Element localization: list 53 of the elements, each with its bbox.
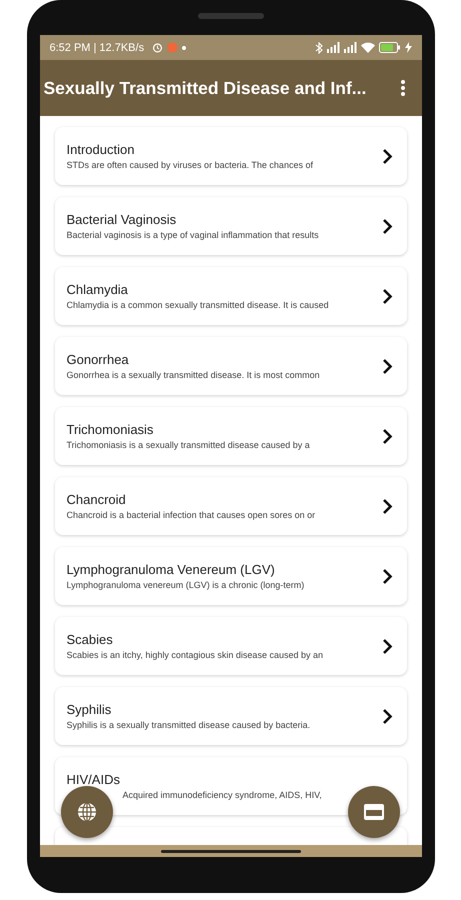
topic-summary: Chancroid is a bacterial infection that causes open sores on or [66, 510, 316, 520]
status-time: 6:52 PM | 12.7KB/s [50, 42, 144, 54]
topic-card[interactable]: Chlamydia Chlamydia is a common sexually transmitted disease. It is caused [54, 267, 406, 325]
chevron-icon [382, 288, 392, 304]
topic-card[interactable]: Bacterial Vaginosis Bacterial vaginosis is a type of vaginal inflammation that results [54, 197, 406, 255]
chevron-icon [382, 708, 392, 724]
more-menu-icon[interactable] [400, 79, 406, 97]
topic-title: Scabies [66, 632, 114, 647]
app-title: Sexually Transmitted Disease and Inf... [44, 78, 366, 98]
topic-card[interactable]: Introduction STDs are often caused by viruses or bacteria. The chances of [54, 127, 406, 185]
signal-icon [344, 42, 356, 53]
globe-icon [76, 801, 98, 823]
topic-summary: Scabies is an itchy, highly contagious skin disease caused by an [66, 650, 324, 660]
topic-title: HIV/AIDs [66, 772, 121, 787]
topic-card[interactable]: Gonorrhea Gonorrhea is a sexually transmitted disease. It is most common [54, 337, 406, 395]
chevron-icon [382, 358, 392, 374]
topic-title: Introduction [66, 142, 136, 157]
topic-card[interactable]: Syphilis Syphilis is a sexually transmitted disease caused by bacteria. [54, 687, 406, 745]
chevron-icon [382, 498, 392, 514]
chevron-icon [382, 148, 392, 164]
alarm-icon [152, 42, 164, 53]
topic-title: Lymphogranuloma Venereum (LGV) [66, 562, 276, 577]
topic-summary: Chlamydia is a common sexually transmitted disease. It is caused [66, 300, 330, 310]
signal-icon [326, 42, 340, 53]
topic-summary: Trichomoniasis is a sexually transmitted disease caused by a [66, 440, 311, 450]
charging-icon [404, 42, 412, 53]
topic-card[interactable]: Trichomoniasis Trichomoniasis is a sexually transmitted disease caused by a [54, 407, 406, 465]
chevron-icon [382, 218, 392, 234]
topic-title: Chlamydia [66, 282, 129, 297]
topic-card[interactable]: Scabies Scabies is an itchy, highly contagious skin disease caused by an [54, 617, 406, 675]
chevron-icon [382, 428, 392, 444]
notification-icon [167, 42, 178, 53]
dot-icon [182, 46, 186, 50]
wifi-icon [360, 42, 374, 53]
home-handle[interactable] [160, 850, 300, 852]
topic-summary: Syphilis is a sexually transmitted disease caused by bacteria. [66, 720, 312, 730]
topic-summary: Lymphogranuloma venereum (LGV) is a chronic (long-term) [66, 580, 306, 590]
topic-title: Bacterial Vaginosis [66, 212, 178, 227]
topic-summary: Gonorrhea is a sexually transmitted disease. It is most common [66, 370, 321, 380]
topic-title: Syphilis [66, 702, 112, 717]
topic-summary: Bacterial vaginosis is a type of vaginal inflammation that results [66, 230, 320, 240]
topic-summary: STDs are often caused by viruses or bacteria. The chances of [66, 160, 314, 170]
topic-card[interactable]: Chancroid Chancroid is a bacterial infection that causes open sores on or [54, 477, 406, 535]
card-icon [362, 803, 384, 821]
topic-title: Chancroid [66, 492, 127, 507]
chevron-icon [382, 638, 392, 654]
chevron-icon [382, 568, 392, 584]
topic-title: Gonorrhea [66, 352, 130, 367]
topic-title: Trichomoniasis [66, 422, 154, 437]
bluetooth-icon [314, 42, 322, 54]
battery-icon [378, 42, 400, 53]
topic-card[interactable]: Lymphogranuloma Venereum (LGV) Lymphogranuloma venereum (LGV) is a chronic (long-term) [54, 547, 406, 605]
topic-summary: Acquired immunodeficiency syndrome, AIDS, HIV, [122, 790, 323, 800]
